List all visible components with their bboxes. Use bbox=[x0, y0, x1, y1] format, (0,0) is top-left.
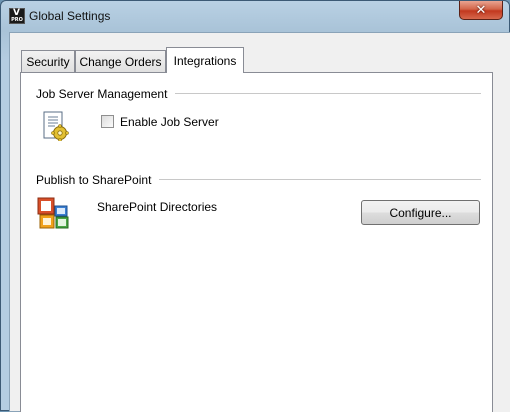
job-server-document-gear-icon bbox=[43, 111, 69, 142]
close-icon: ✕ bbox=[475, 2, 487, 18]
tab-label: Change Orders bbox=[79, 54, 162, 69]
enable-job-server-label[interactable]: Enable Job Server bbox=[120, 115, 219, 129]
configure-button[interactable]: Configure... bbox=[361, 200, 480, 225]
close-button[interactable]: ✕ bbox=[459, 1, 503, 20]
tab-label: Security bbox=[26, 54, 70, 69]
configure-button-label: Configure... bbox=[389, 205, 452, 220]
sharepoint-directories-label: SharePoint Directories bbox=[97, 200, 218, 214]
tab-integrations[interactable]: Integrations bbox=[166, 47, 244, 73]
title-bar[interactable]: V PRO Global Settings ✕ bbox=[1, 1, 509, 31]
tab-change-orders[interactable]: Change Orders bbox=[75, 50, 166, 72]
global-settings-window: V PRO Global Settings ✕ Security Change … bbox=[0, 0, 510, 412]
tab-label: Integrations bbox=[173, 53, 237, 68]
app-logo-icon: V PRO bbox=[9, 8, 25, 24]
dialog-right-edge bbox=[493, 72, 510, 412]
job-server-group-title: Job Server Management bbox=[36, 87, 176, 101]
microsoft-office-sharepoint-icon bbox=[37, 197, 71, 231]
window-title: Global Settings bbox=[29, 9, 111, 23]
enable-job-server-checkbox[interactable] bbox=[101, 115, 114, 128]
sharepoint-group-title: Publish to SharePoint bbox=[36, 173, 160, 187]
app-logo-letter: V bbox=[13, 8, 20, 18]
integrations-tab-panel bbox=[20, 72, 493, 412]
tab-security[interactable]: Security bbox=[21, 50, 75, 72]
